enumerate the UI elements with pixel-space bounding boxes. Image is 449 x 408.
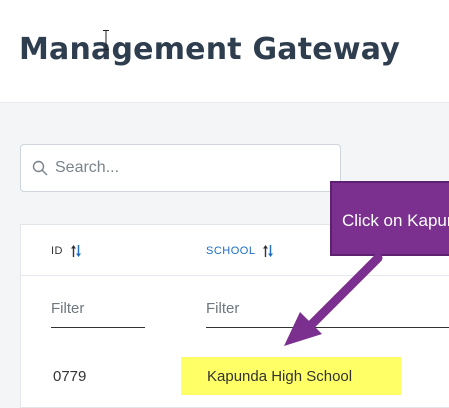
tutorial-callout: Click on Kapunda High School [330,181,449,256]
column-header-school-label: SCHOOL [206,245,256,257]
text-cursor-icon [103,30,109,50]
sort-arrows-icon[interactable] [70,244,82,258]
column-header-id-label: ID [51,245,63,257]
search-box[interactable] [20,144,341,192]
page-title: Management Gateway [19,32,401,67]
search-icon [32,160,48,176]
table-cell-id: 0779 [53,368,87,385]
callout-arrow [284,253,383,346]
search-input[interactable] [55,145,335,191]
school-link-kapunda[interactable]: Kapunda High School [207,368,352,385]
callout-text: Click on Kapunda High School [342,211,449,230]
filter-id-input[interactable] [51,289,145,328]
top-bar: Management Gateway [0,0,449,103]
column-header-id[interactable]: ID [51,244,82,258]
column-header-school[interactable]: SCHOOL [206,244,274,258]
